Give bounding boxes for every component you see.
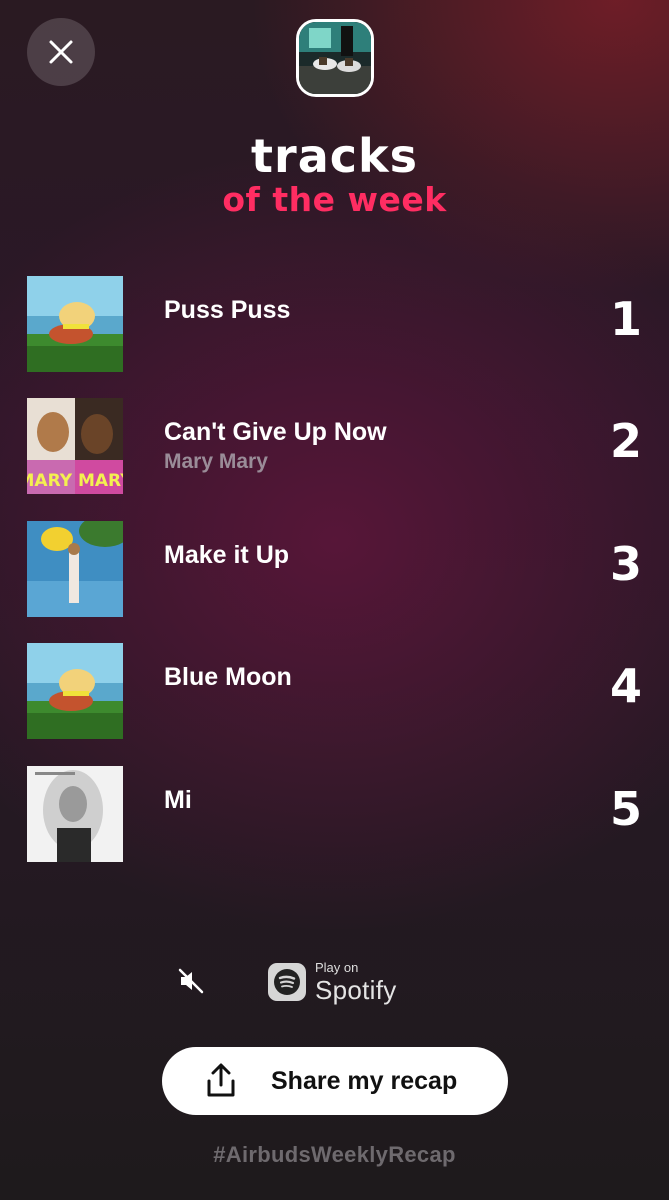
- track-title: Blue Moon: [164, 663, 292, 691]
- track-row[interactable]: Blue Moon 4: [27, 643, 642, 739]
- album-cover: [27, 766, 123, 862]
- share-recap-button[interactable]: Share my recap: [162, 1047, 508, 1115]
- heading-subtitle: of the week: [222, 180, 447, 219]
- recap-heading: tracks of the week: [0, 130, 669, 218]
- spotify-small-label: Play on: [315, 960, 359, 975]
- track-rank: 1: [609, 292, 642, 346]
- cover-text: MARY MARY: [27, 471, 123, 491]
- track-title: Can't Give Up Now: [164, 418, 387, 446]
- track-rank: 2: [609, 414, 642, 468]
- speaker-muted-icon: [178, 968, 204, 994]
- track-title: Puss Puss: [164, 296, 291, 324]
- close-button[interactable]: [27, 18, 95, 86]
- spotify-label: Spotify: [315, 975, 397, 1005]
- album-cover: [27, 643, 123, 739]
- hashtag: #AirbudsWeeklyRecap: [213, 1142, 456, 1167]
- profile-avatar[interactable]: [296, 19, 374, 97]
- album-cover: [27, 276, 123, 372]
- album-cover: [27, 521, 123, 617]
- track-row[interactable]: Mi 5: [27, 766, 642, 862]
- track-rank: 5: [609, 782, 642, 836]
- play-on-spotify-button[interactable]: Play on Spotify: [268, 960, 397, 1004]
- track-title: Mi: [164, 786, 192, 814]
- track-rank: 3: [609, 537, 642, 591]
- album-cover: MARY MARY: [27, 398, 123, 494]
- mute-button[interactable]: [172, 962, 210, 1000]
- heading-title: tracks: [251, 129, 418, 183]
- track-row[interactable]: Make it Up 3: [27, 521, 642, 617]
- track-row[interactable]: MARY MARY Can't Give Up Now Mary Mary 2: [27, 398, 642, 494]
- track-artist: Mary Mary: [164, 450, 268, 473]
- track-title: Make it Up: [164, 541, 290, 569]
- avatar-image: [299, 22, 371, 94]
- track-row[interactable]: Puss Puss 1: [27, 276, 642, 372]
- share-icon: [207, 1063, 235, 1097]
- spotify-icon: [268, 963, 306, 1001]
- track-rank: 4: [609, 659, 642, 713]
- share-label: Share my recap: [271, 1067, 458, 1095]
- close-icon: [49, 40, 73, 64]
